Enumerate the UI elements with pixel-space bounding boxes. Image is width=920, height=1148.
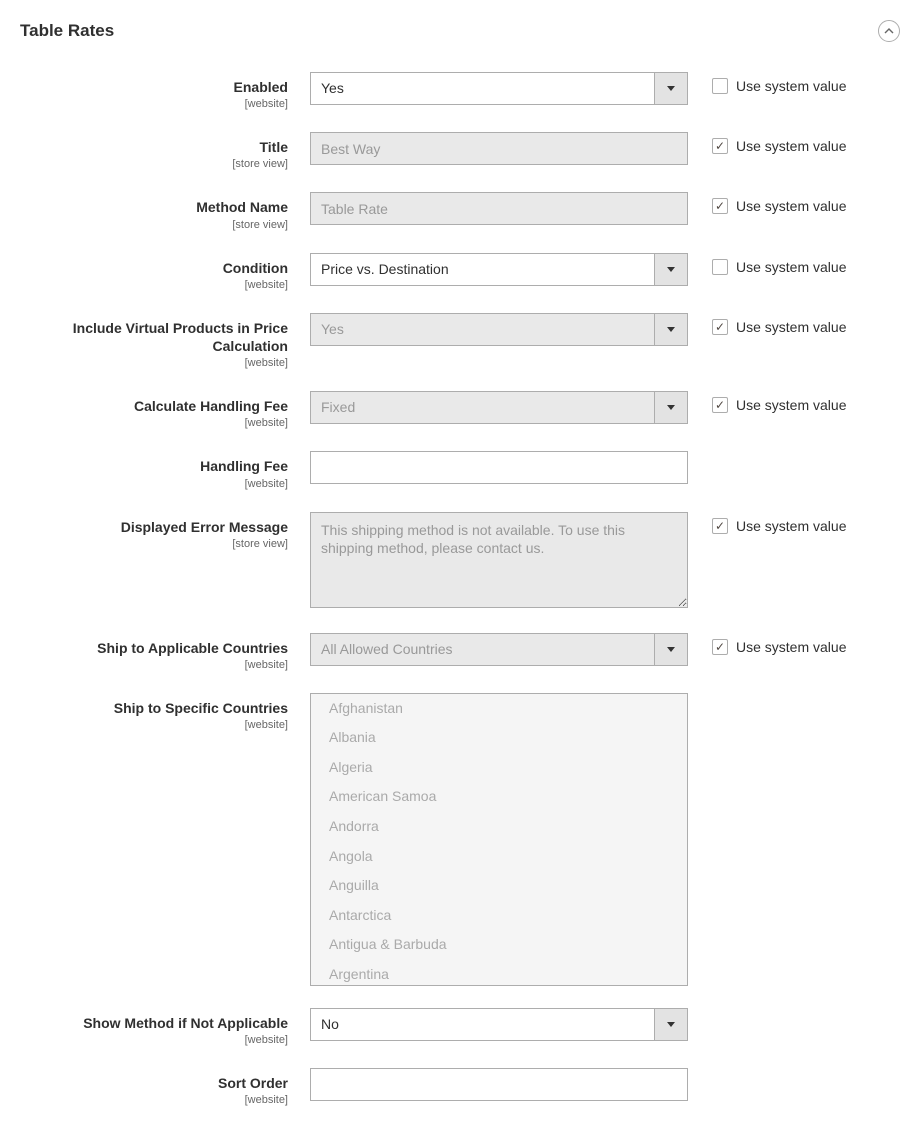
showna-scope: [website] bbox=[20, 1034, 288, 1046]
sortorder-scope: [website] bbox=[20, 1094, 288, 1106]
chevron-up-icon bbox=[884, 26, 894, 36]
title-sys-checkbox[interactable] bbox=[712, 138, 728, 154]
title-input[interactable] bbox=[310, 132, 688, 165]
shipspec-scope: [website] bbox=[20, 719, 288, 731]
title-label: Title bbox=[20, 138, 288, 156]
chevron-down-icon bbox=[654, 392, 687, 423]
shipapp-sys-checkbox[interactable] bbox=[712, 639, 728, 655]
country-option[interactable]: Algeria bbox=[311, 753, 687, 783]
errmsg-textarea[interactable] bbox=[310, 512, 688, 608]
chevron-down-icon bbox=[654, 314, 687, 345]
country-option[interactable]: Angola bbox=[311, 842, 687, 872]
calcfee-label: Calculate Handling Fee bbox=[20, 397, 288, 415]
country-option[interactable]: Antarctica bbox=[311, 901, 687, 931]
errmsg-sys-label[interactable]: Use system value bbox=[736, 518, 846, 534]
method-input[interactable] bbox=[310, 192, 688, 225]
shipspec-label: Ship to Specific Countries bbox=[20, 699, 288, 717]
collapse-button[interactable] bbox=[878, 20, 900, 42]
title-scope: [store view] bbox=[20, 158, 288, 170]
method-sys-checkbox[interactable] bbox=[712, 198, 728, 214]
virtual-sys-checkbox[interactable] bbox=[712, 319, 728, 335]
country-option[interactable]: Andorra bbox=[311, 812, 687, 842]
country-option[interactable]: American Samoa bbox=[311, 782, 687, 812]
country-option[interactable]: Afghanistan bbox=[311, 694, 687, 724]
virtual-select[interactable]: Yes bbox=[310, 313, 688, 346]
showna-label: Show Method if Not Applicable bbox=[20, 1014, 288, 1032]
method-scope: [store view] bbox=[20, 219, 288, 231]
country-option[interactable]: Albania bbox=[311, 723, 687, 753]
enabled-sys-label[interactable]: Use system value bbox=[736, 78, 846, 94]
handfee-label: Handling Fee bbox=[20, 457, 288, 475]
sortorder-label: Sort Order bbox=[20, 1074, 288, 1092]
enabled-select[interactable]: Yes bbox=[310, 72, 688, 105]
method-sys-label[interactable]: Use system value bbox=[736, 198, 846, 214]
chevron-down-icon bbox=[654, 73, 687, 104]
shipapp-select[interactable]: All Allowed Countries bbox=[310, 633, 688, 666]
condition-sys-checkbox[interactable] bbox=[712, 259, 728, 275]
condition-scope: [website] bbox=[20, 279, 288, 291]
shipspec-multiselect[interactable]: AfghanistanAlbaniaAlgeriaAmerican SamoaA… bbox=[310, 693, 688, 986]
showna-select[interactable]: No bbox=[310, 1008, 688, 1041]
method-label: Method Name bbox=[20, 198, 288, 216]
condition-label: Condition bbox=[20, 259, 288, 277]
country-option[interactable]: Antigua & Barbuda bbox=[311, 930, 687, 960]
errmsg-sys-checkbox[interactable] bbox=[712, 518, 728, 534]
handfee-scope: [website] bbox=[20, 478, 288, 490]
country-option[interactable]: Anguilla bbox=[311, 871, 687, 901]
chevron-down-icon bbox=[654, 1009, 687, 1040]
virtual-sys-label[interactable]: Use system value bbox=[736, 319, 846, 335]
virtual-label: Include Virtual Products in Price Calcul… bbox=[20, 319, 288, 355]
calcfee-sys-label[interactable]: Use system value bbox=[736, 397, 846, 413]
shipapp-sys-label[interactable]: Use system value bbox=[736, 639, 846, 655]
enabled-label: Enabled bbox=[20, 78, 288, 96]
calcfee-select[interactable]: Fixed bbox=[310, 391, 688, 424]
condition-sys-label[interactable]: Use system value bbox=[736, 259, 846, 275]
virtual-scope: [website] bbox=[20, 357, 288, 369]
shipapp-label: Ship to Applicable Countries bbox=[20, 639, 288, 657]
shipapp-scope: [website] bbox=[20, 659, 288, 671]
errmsg-scope: [store view] bbox=[20, 538, 288, 550]
enabled-sys-checkbox[interactable] bbox=[712, 78, 728, 94]
sortorder-input[interactable] bbox=[310, 1068, 688, 1101]
condition-select[interactable]: Price vs. Destination bbox=[310, 253, 688, 286]
country-option[interactable]: Argentina bbox=[311, 960, 687, 986]
section-title: Table Rates bbox=[20, 21, 114, 41]
calcfee-sys-checkbox[interactable] bbox=[712, 397, 728, 413]
chevron-down-icon bbox=[654, 254, 687, 285]
chevron-down-icon bbox=[654, 634, 687, 665]
handfee-input[interactable] bbox=[310, 451, 688, 484]
title-sys-label[interactable]: Use system value bbox=[736, 138, 846, 154]
calcfee-scope: [website] bbox=[20, 417, 288, 429]
errmsg-label: Displayed Error Message bbox=[20, 518, 288, 536]
enabled-scope: [website] bbox=[20, 98, 288, 110]
